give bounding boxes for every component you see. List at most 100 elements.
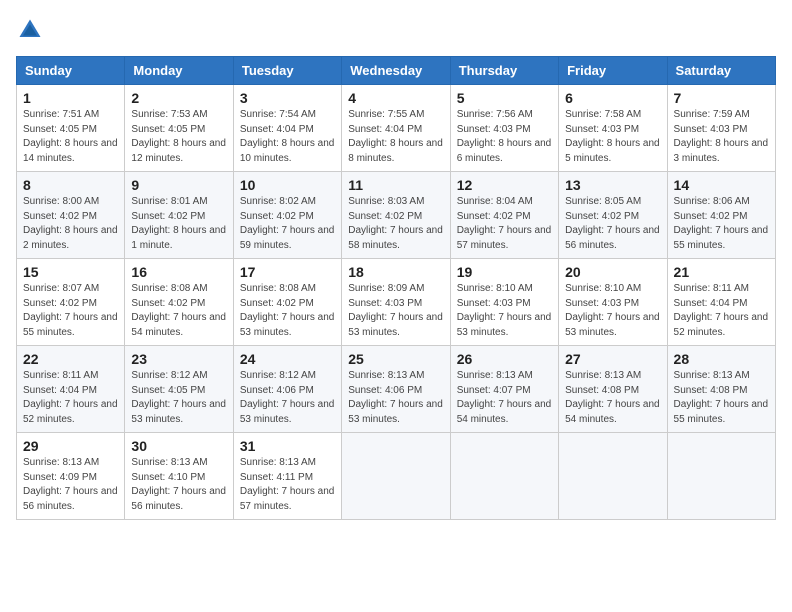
- day-info: Sunrise: 8:02 AM Sunset: 4:02 PM Dayligh…: [240, 195, 335, 253]
- calendar-cell: 27 Sunrise: 8:13 AM Sunset: 4:08 PM Dayli…: [559, 346, 667, 433]
- day-number: 3: [240, 90, 335, 106]
- day-number: 17: [240, 264, 335, 280]
- calendar-cell: 18 Sunrise: 8:09 AM Sunset: 4:03 PM Dayli…: [342, 259, 450, 346]
- day-info: Sunrise: 8:13 AM Sunset: 4:11 PM Dayligh…: [240, 456, 335, 514]
- calendar-cell: 4 Sunrise: 7:55 AM Sunset: 4:04 PM Daylig…: [342, 85, 450, 172]
- day-info: Sunrise: 8:13 AM Sunset: 4:07 PM Dayligh…: [457, 369, 552, 427]
- calendar-header-monday: Monday: [125, 57, 233, 85]
- day-info: Sunrise: 8:08 AM Sunset: 4:02 PM Dayligh…: [240, 282, 335, 340]
- calendar-cell: 9 Sunrise: 8:01 AM Sunset: 4:02 PM Daylig…: [125, 172, 233, 259]
- day-number: 7: [674, 90, 769, 106]
- day-info: Sunrise: 8:04 AM Sunset: 4:02 PM Dayligh…: [457, 195, 552, 253]
- day-number: 25: [348, 351, 443, 367]
- day-number: 18: [348, 264, 443, 280]
- day-number: 23: [131, 351, 226, 367]
- calendar-cell: 21 Sunrise: 8:11 AM Sunset: 4:04 PM Dayli…: [667, 259, 775, 346]
- day-number: 24: [240, 351, 335, 367]
- calendar-header-saturday: Saturday: [667, 57, 775, 85]
- day-info: Sunrise: 7:56 AM Sunset: 4:03 PM Dayligh…: [457, 108, 552, 166]
- day-info: Sunrise: 8:06 AM Sunset: 4:02 PM Dayligh…: [674, 195, 769, 253]
- calendar-cell: [342, 433, 450, 520]
- day-number: 1: [23, 90, 118, 106]
- day-info: Sunrise: 7:58 AM Sunset: 4:03 PM Dayligh…: [565, 108, 660, 166]
- day-info: Sunrise: 8:13 AM Sunset: 4:08 PM Dayligh…: [674, 369, 769, 427]
- calendar-cell: 19 Sunrise: 8:10 AM Sunset: 4:03 PM Dayli…: [450, 259, 558, 346]
- day-number: 22: [23, 351, 118, 367]
- calendar-cell: 23 Sunrise: 8:12 AM Sunset: 4:05 PM Dayli…: [125, 346, 233, 433]
- calendar-cell: 24Sunrise: 8:12 AM Sunset: 4:06 PM Dayli…: [233, 346, 341, 433]
- day-info: Sunrise: 8:09 AM Sunset: 4:03 PM Dayligh…: [348, 282, 443, 340]
- calendar-header-wednesday: Wednesday: [342, 57, 450, 85]
- day-info: Sunrise: 7:54 AM Sunset: 4:04 PM Dayligh…: [240, 108, 335, 166]
- day-number: 15: [23, 264, 118, 280]
- calendar-cell: 16Sunrise: 8:08 AM Sunset: 4:02 PM Dayli…: [125, 259, 233, 346]
- calendar-week-row: 22 Sunrise: 8:11 AM Sunset: 4:04 PM Dayli…: [17, 346, 776, 433]
- day-number: 6: [565, 90, 660, 106]
- calendar-cell: 5 Sunrise: 7:56 AM Sunset: 4:03 PM Daylig…: [450, 85, 558, 172]
- day-number: 9: [131, 177, 226, 193]
- day-number: 4: [348, 90, 443, 106]
- calendar-cell: [559, 433, 667, 520]
- day-number: 13: [565, 177, 660, 193]
- day-number: 26: [457, 351, 552, 367]
- day-number: 14: [674, 177, 769, 193]
- day-info: Sunrise: 7:53 AM Sunset: 4:05 PM Dayligh…: [131, 108, 226, 166]
- calendar-header-row: SundayMondayTuesdayWednesdayThursdayFrid…: [17, 57, 776, 85]
- calendar-cell: 25Sunrise: 8:13 AM Sunset: 4:06 PM Dayli…: [342, 346, 450, 433]
- day-number: 19: [457, 264, 552, 280]
- calendar-cell: 29 Sunrise: 8:13 AM Sunset: 4:09 PM Dayli…: [17, 433, 125, 520]
- calendar-cell: 22 Sunrise: 8:11 AM Sunset: 4:04 PM Dayli…: [17, 346, 125, 433]
- day-info: Sunrise: 8:10 AM Sunset: 4:03 PM Dayligh…: [457, 282, 552, 340]
- calendar-cell: 11Sunrise: 8:03 AM Sunset: 4:02 PM Dayli…: [342, 172, 450, 259]
- day-number: 28: [674, 351, 769, 367]
- calendar-cell: 28 Sunrise: 8:13 AM Sunset: 4:08 PM Dayli…: [667, 346, 775, 433]
- calendar-cell: 8Sunrise: 8:00 AM Sunset: 4:02 PM Daylig…: [17, 172, 125, 259]
- day-number: 2: [131, 90, 226, 106]
- day-number: 20: [565, 264, 660, 280]
- calendar-cell: [667, 433, 775, 520]
- day-info: Sunrise: 8:11 AM Sunset: 4:04 PM Dayligh…: [674, 282, 769, 340]
- calendar-header-sunday: Sunday: [17, 57, 125, 85]
- day-number: 5: [457, 90, 552, 106]
- calendar-week-row: 15 Sunrise: 8:07 AM Sunset: 4:02 PM Dayli…: [17, 259, 776, 346]
- day-info: Sunrise: 8:10 AM Sunset: 4:03 PM Dayligh…: [565, 282, 660, 340]
- day-info: Sunrise: 8:01 AM Sunset: 4:02 PM Dayligh…: [131, 195, 226, 253]
- day-info: Sunrise: 8:05 AM Sunset: 4:02 PM Dayligh…: [565, 195, 660, 253]
- day-number: 12: [457, 177, 552, 193]
- day-info: Sunrise: 7:59 AM Sunset: 4:03 PM Dayligh…: [674, 108, 769, 166]
- day-info: Sunrise: 8:13 AM Sunset: 4:09 PM Dayligh…: [23, 456, 118, 514]
- day-info: Sunrise: 7:55 AM Sunset: 4:04 PM Dayligh…: [348, 108, 443, 166]
- day-number: 11: [348, 177, 443, 193]
- day-number: 30: [131, 438, 226, 454]
- day-info: Sunrise: 8:13 AM Sunset: 4:10 PM Dayligh…: [131, 456, 226, 514]
- calendar-cell: 6 Sunrise: 7:58 AM Sunset: 4:03 PM Daylig…: [559, 85, 667, 172]
- day-info: Sunrise: 8:13 AM Sunset: 4:08 PM Dayligh…: [565, 369, 660, 427]
- calendar-cell: 30 Sunrise: 8:13 AM Sunset: 4:10 PM Dayli…: [125, 433, 233, 520]
- day-number: 16: [131, 264, 226, 280]
- day-info: Sunrise: 8:07 AM Sunset: 4:02 PM Dayligh…: [23, 282, 118, 340]
- day-number: 27: [565, 351, 660, 367]
- calendar-cell: 31 Sunrise: 8:13 AM Sunset: 4:11 PM Dayli…: [233, 433, 341, 520]
- calendar-cell: 2 Sunrise: 7:53 AM Sunset: 4:05 PM Daylig…: [125, 85, 233, 172]
- day-info: Sunrise: 7:51 AM Sunset: 4:05 PM Dayligh…: [23, 108, 118, 166]
- calendar-cell: 1 Sunrise: 7:51 AM Sunset: 4:05 PM Daylig…: [17, 85, 125, 172]
- calendar-header-tuesday: Tuesday: [233, 57, 341, 85]
- calendar-header-thursday: Thursday: [450, 57, 558, 85]
- day-number: 21: [674, 264, 769, 280]
- calendar-cell: 10 Sunrise: 8:02 AM Sunset: 4:02 PM Dayli…: [233, 172, 341, 259]
- day-info: Sunrise: 8:12 AM Sunset: 4:05 PM Dayligh…: [131, 369, 226, 427]
- calendar-cell: 13 Sunrise: 8:05 AM Sunset: 4:02 PM Dayli…: [559, 172, 667, 259]
- calendar-cell: 17 Sunrise: 8:08 AM Sunset: 4:02 PM Dayli…: [233, 259, 341, 346]
- day-number: 29: [23, 438, 118, 454]
- calendar-cell: 3 Sunrise: 7:54 AM Sunset: 4:04 PM Daylig…: [233, 85, 341, 172]
- calendar-week-row: 29 Sunrise: 8:13 AM Sunset: 4:09 PM Dayli…: [17, 433, 776, 520]
- day-number: 31: [240, 438, 335, 454]
- day-number: 10: [240, 177, 335, 193]
- calendar-week-row: 1 Sunrise: 7:51 AM Sunset: 4:05 PM Daylig…: [17, 85, 776, 172]
- logo-icon: [16, 16, 44, 44]
- day-info: Sunrise: 8:11 AM Sunset: 4:04 PM Dayligh…: [23, 369, 118, 427]
- calendar-cell: 12 Sunrise: 8:04 AM Sunset: 4:02 PM Dayli…: [450, 172, 558, 259]
- calendar-cell: 26 Sunrise: 8:13 AM Sunset: 4:07 PM Dayli…: [450, 346, 558, 433]
- calendar-cell: 14 Sunrise: 8:06 AM Sunset: 4:02 PM Dayli…: [667, 172, 775, 259]
- day-info: Sunrise: 8:00 AM Sunset: 4:02 PM Dayligh…: [23, 195, 118, 253]
